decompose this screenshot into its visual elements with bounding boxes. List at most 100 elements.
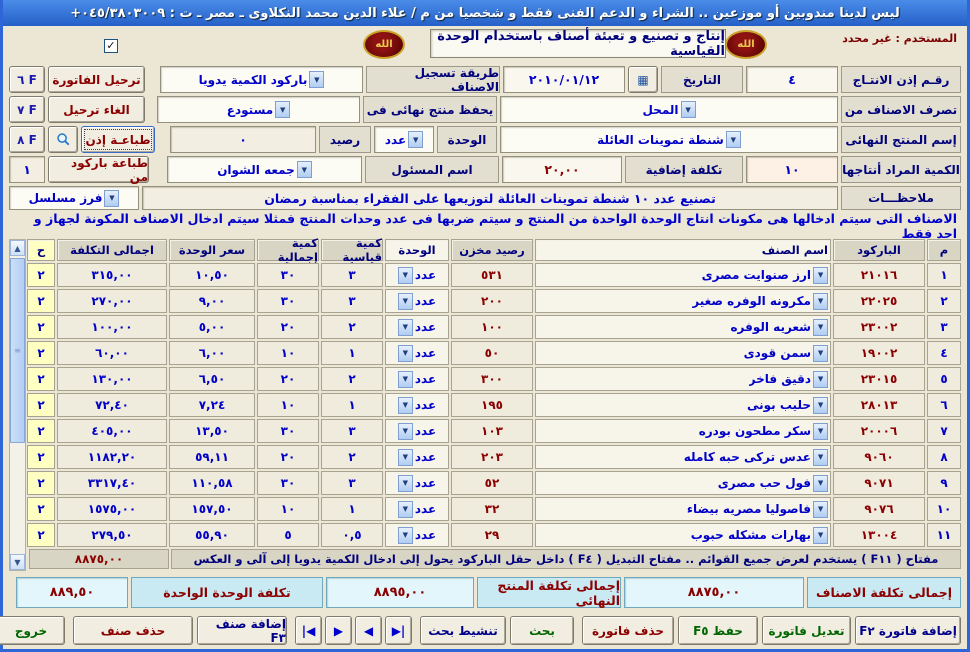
barcode-cell[interactable]: ٢٢٠٢٥ (833, 289, 925, 313)
chevron-down-icon[interactable]: ▼ (398, 501, 413, 518)
chevron-down-icon[interactable]: ▼ (398, 371, 413, 388)
unit-combo[interactable]: عدد▼ (385, 341, 449, 365)
date-field[interactable]: ٢٠١٠/٠١/١٢ (503, 66, 625, 93)
item-name-combo[interactable]: ▼بهارات مشكله حبوب (535, 523, 831, 547)
item-name-combo[interactable]: ▼فول حب مصرى (535, 471, 831, 495)
chevron-down-icon[interactable]: ▼ (398, 345, 413, 362)
unit-price-cell[interactable]: ١٠,٥٠ (169, 263, 255, 287)
chevron-down-icon[interactable]: ▼ (398, 449, 413, 466)
item-name-combo[interactable]: ▼سمن قودى (535, 341, 831, 365)
unit-price-cell[interactable]: ٦,٠٠ (169, 341, 255, 365)
nav-last-button[interactable]: ▶| (385, 616, 412, 645)
total-qty-cell[interactable]: ١٠ (257, 341, 319, 365)
magnifier-icon[interactable] (48, 126, 78, 153)
total-qty-cell[interactable]: ٥ (257, 523, 319, 547)
total-qty-cell[interactable]: ٢٠ (257, 315, 319, 339)
chevron-down-icon[interactable]: ▼ (398, 319, 413, 336)
chevron-down-icon[interactable]: ▼ (813, 319, 828, 336)
scroll-up-icon[interactable]: ▲ (10, 240, 25, 256)
h-flag-cell[interactable]: ٢ (27, 523, 55, 547)
chevron-down-icon[interactable]: ▼ (681, 101, 696, 118)
chevron-down-icon[interactable]: ▼ (398, 293, 413, 310)
chevron-down-icon[interactable]: ▼ (398, 267, 413, 284)
std-qty-cell[interactable]: ١ (321, 497, 383, 521)
item-name-combo[interactable]: ▼عدس تركى حبه كامله (535, 445, 831, 469)
chevron-down-icon[interactable]: ▼ (275, 101, 290, 118)
std-qty-cell[interactable]: ١ (321, 341, 383, 365)
std-qty-cell[interactable]: ٠,٥ (321, 523, 383, 547)
barcode-cell[interactable]: ٢٣٠٠٢ (833, 315, 925, 339)
barcode-from-field[interactable]: ١ (9, 156, 45, 183)
unit-combo[interactable]: عدد▼ (385, 393, 449, 417)
chevron-down-icon[interactable]: ▼ (813, 501, 828, 518)
barcode-cell[interactable]: ٢٨٠١٣ (833, 393, 925, 417)
delete-item-button[interactable]: حذف صنف (73, 616, 193, 645)
add-item-button[interactable]: إضافة صنف F٣ (197, 616, 287, 645)
total-qty-cell[interactable]: ٢٠ (257, 445, 319, 469)
order-no-field[interactable]: ٤ (746, 66, 838, 93)
unit-price-cell[interactable]: ١١٠,٥٨ (169, 471, 255, 495)
chevron-down-icon[interactable]: ▼ (309, 71, 324, 88)
notes-field[interactable]: تصنيع عدد ١٠ شنطة تموينات العائلة لتوزيع… (142, 186, 838, 210)
f7-key-button[interactable]: F ٧ (9, 96, 45, 123)
total-qty-cell[interactable]: ٣٠ (257, 471, 319, 495)
h-flag-cell[interactable]: ٢ (27, 289, 55, 313)
balance-field[interactable]: ٠ (170, 126, 316, 153)
chevron-down-icon[interactable]: ▼ (297, 161, 312, 178)
h-flag-cell[interactable]: ٢ (27, 315, 55, 339)
barcode-cell[interactable]: ١٣٠٠٤ (833, 523, 925, 547)
unit-price-cell[interactable]: ١٥٧,٥٠ (169, 497, 255, 521)
item-name-combo[interactable]: ▼ارز صنوايت مصرى (535, 263, 831, 287)
std-qty-cell[interactable]: ٣ (321, 419, 383, 443)
final-product-dropdown[interactable]: ▼ شنطة تموينات العائلة (500, 126, 838, 153)
total-qty-cell[interactable]: ٣٠ (257, 419, 319, 443)
barcode-cell[interactable]: ٢١٠١٦ (833, 263, 925, 287)
unit-price-cell[interactable]: ١٣,٥٠ (169, 419, 255, 443)
total-qty-cell[interactable]: ١٠ (257, 393, 319, 417)
unit-price-cell[interactable]: ٧,٢٤ (169, 393, 255, 417)
chevron-down-icon[interactable]: ▼ (813, 371, 828, 388)
search-button[interactable]: بحث (510, 616, 574, 645)
nav-prev-button[interactable]: ◀ (355, 616, 382, 645)
barcode-cell[interactable]: ٩٠٧٦ (833, 497, 925, 521)
unit-combo[interactable]: عدد▼ (385, 445, 449, 469)
activate-search-button[interactable]: تنشيط بحث (420, 616, 506, 645)
unit-combo[interactable]: عدد▼ (385, 315, 449, 339)
target-qty-field[interactable]: ١٠ (746, 156, 838, 183)
chevron-down-icon[interactable]: ▼ (813, 397, 828, 414)
unit-combo[interactable]: عدد▼ (385, 471, 449, 495)
total-qty-cell[interactable]: ٣٠ (257, 289, 319, 313)
h-flag-cell[interactable]: ٢ (27, 471, 55, 495)
sort-serial-dropdown[interactable]: ▼ فرز مسلسل (9, 186, 139, 210)
unit-price-cell[interactable]: ٩,٠٠ (169, 289, 255, 313)
chevron-down-icon[interactable]: ▼ (813, 449, 828, 466)
save-button[interactable]: حفظ F٥ (678, 616, 758, 645)
unit-combo[interactable]: عدد▼ (385, 289, 449, 313)
responsible-dropdown[interactable]: ▼ جمعه الشوان (167, 156, 362, 183)
std-qty-cell[interactable]: ١ (321, 393, 383, 417)
unit-price-cell[interactable]: ٥,٠٠ (169, 315, 255, 339)
std-qty-cell[interactable]: ٢ (321, 367, 383, 391)
chevron-down-icon[interactable]: ▼ (813, 475, 828, 492)
barcode-cell[interactable]: ٩٠٦٠ (833, 445, 925, 469)
delete-invoice-button[interactable]: حذف فاتورة (582, 616, 674, 645)
chevron-down-icon[interactable]: ▼ (104, 190, 119, 207)
barcode-cell[interactable]: ٢٠٠٠٦ (833, 419, 925, 443)
h-flag-cell[interactable]: ٢ (27, 341, 55, 365)
chevron-down-icon[interactable]: ▼ (398, 423, 413, 440)
chevron-down-icon[interactable]: ▼ (726, 131, 741, 148)
chevron-down-icon[interactable]: ▼ (398, 527, 413, 544)
std-qty-cell[interactable]: ٣ (321, 471, 383, 495)
barcode-cell[interactable]: ٢٣٠١٥ (833, 367, 925, 391)
nav-next-button[interactable]: ▶ (325, 616, 352, 645)
chevron-down-icon[interactable]: ▼ (813, 293, 828, 310)
unit-price-cell[interactable]: ٥٩,١١ (169, 445, 255, 469)
unit-combo[interactable]: عدد▼ (385, 263, 449, 287)
item-name-combo[interactable]: ▼شعريه الوفره (535, 315, 831, 339)
std-qty-cell[interactable]: ٢ (321, 315, 383, 339)
std-qty-cell[interactable]: ٣ (321, 289, 383, 313)
unit-dropdown[interactable]: ▼ عدد (374, 126, 434, 153)
total-qty-cell[interactable]: ٢٠ (257, 367, 319, 391)
std-qty-cell[interactable]: ٣ (321, 263, 383, 287)
f8-key-button[interactable]: F ٨ (9, 126, 45, 153)
